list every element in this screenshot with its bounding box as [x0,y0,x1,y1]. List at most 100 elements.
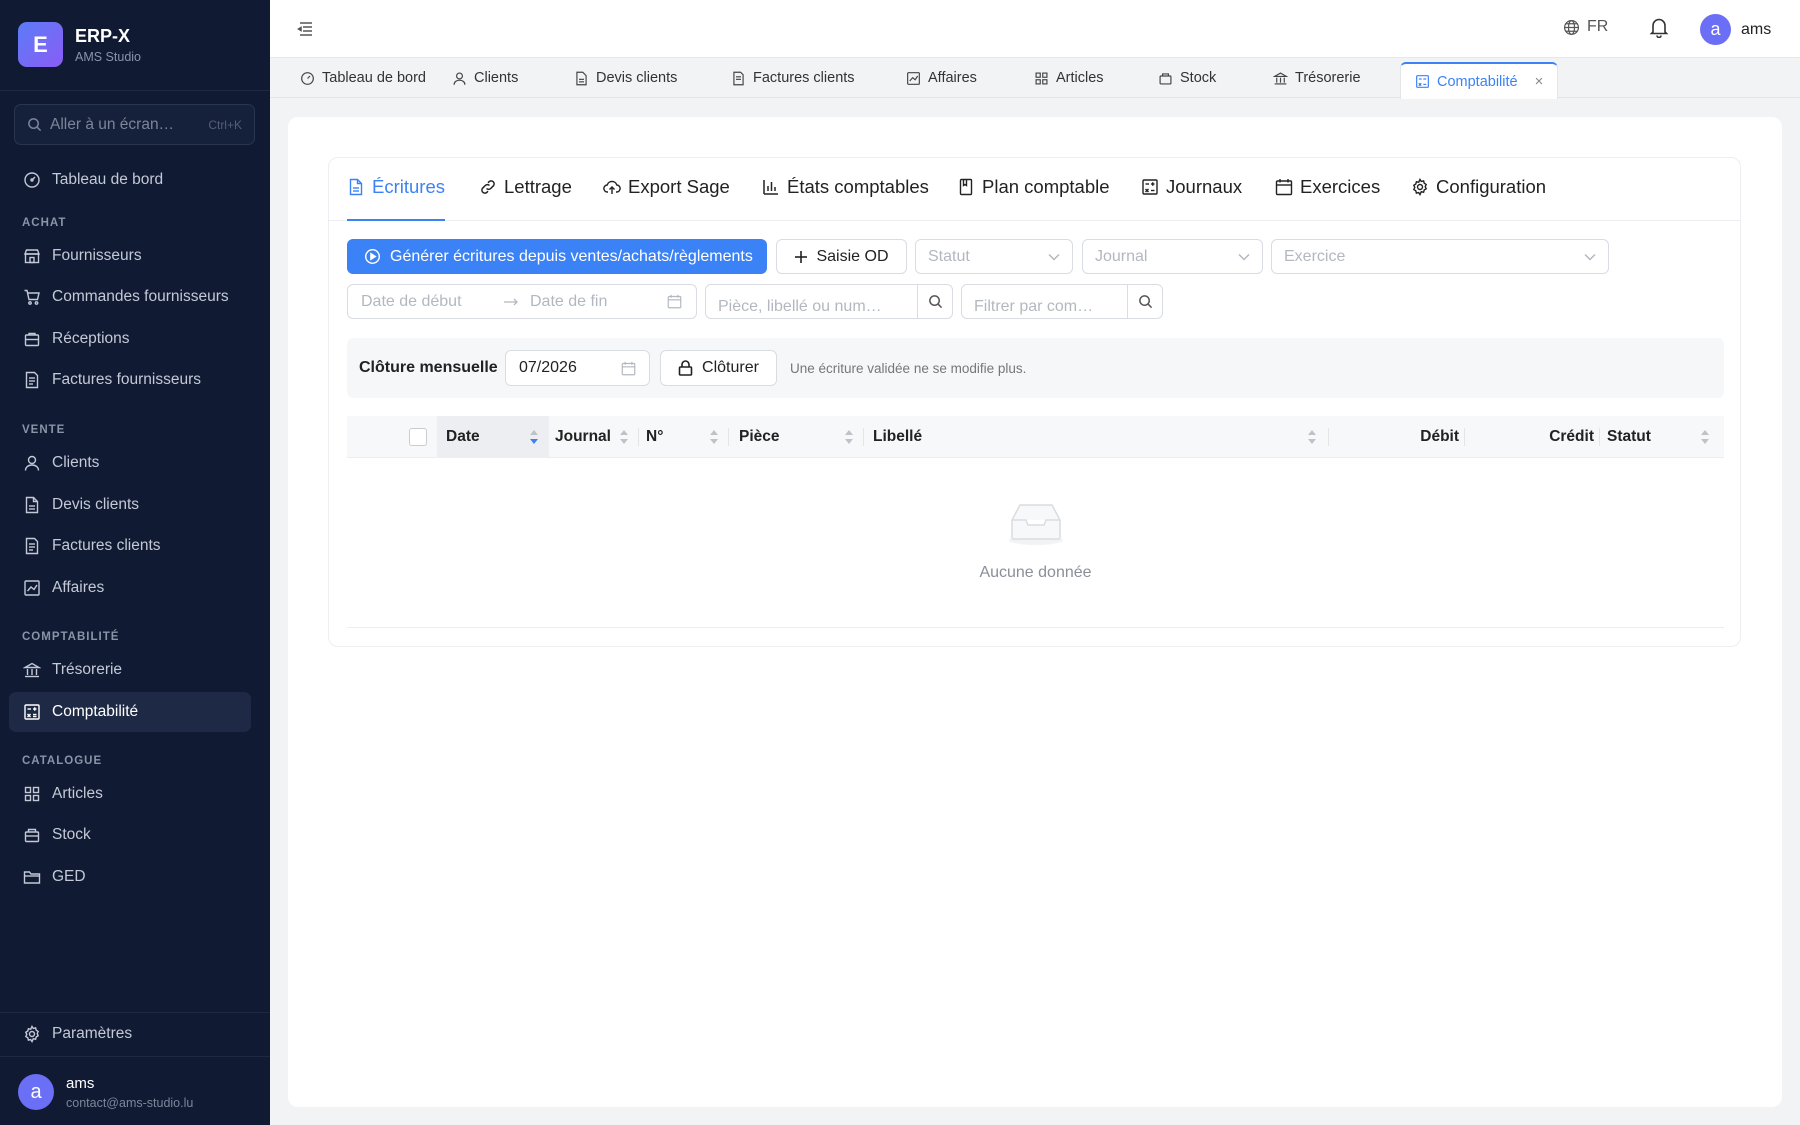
piece-search-input[interactable]: Pièce, libellé ou num… [705,284,953,319]
tab-label: Tableau de bord [322,70,426,86]
cloud-upload-icon [603,180,621,194]
sort-icon[interactable] [1307,429,1317,445]
sidebar-item-parametres[interactable]: Paramètres [9,1014,251,1054]
select-all-checkbox[interactable] [409,428,427,446]
sort-icon[interactable] [619,429,629,445]
column-header-debit: Débit [1420,428,1459,445]
sort-icon[interactable] [844,429,854,445]
journal-select[interactable]: Journal [1082,239,1263,274]
subtab-plan-comptable[interactable]: Plan comptable [957,176,1110,221]
tab-stock[interactable]: Stock [1158,58,1216,98]
sort-icon[interactable] [709,429,719,445]
column-header-libelle[interactable]: Libellé [873,416,922,458]
column-divider [1599,428,1600,446]
tab-devis-clients[interactable]: Devis clients [574,58,677,98]
bar-chart-icon [763,180,778,195]
subtab-label: Lettrage [504,176,572,197]
globe-icon [1563,19,1580,35]
sidebar-item-label: Stock [52,826,91,843]
subtab-lettrage[interactable]: Lettrage [479,176,572,221]
piece-search-button[interactable] [917,285,952,318]
calendar-icon [1275,179,1293,196]
subtab-exercices[interactable]: Exercices [1275,176,1380,221]
language-label: FR [1587,18,1609,35]
sidebar-item-ged[interactable]: GED [9,857,251,897]
sidebar-item-factures-clients[interactable]: Factures clients [9,526,251,566]
search-icon [1138,295,1152,309]
language-switcher[interactable]: FR [1563,18,1608,36]
sidebar-item-factures-fournisseurs[interactable]: Factures fournisseurs [9,360,251,400]
sidebar-item-label: Réceptions [52,330,130,347]
subtab-label: Journaux [1166,176,1243,197]
sidebar-item-label: Paramètres [52,1025,133,1042]
sidebar-item-devis-clients[interactable]: Devis clients [9,485,251,525]
sidebar-item-stock[interactable]: Stock [9,815,251,855]
tab-affaires[interactable]: Affaires [906,58,977,98]
gear-icon [24,1025,40,1043]
arrow-right-icon [503,297,530,307]
calendar-icon [621,361,636,375]
sidebar-item-articles[interactable]: Articles [9,774,251,814]
screen-search-input[interactable]: Aller à un écran… Ctrl+K [14,104,255,145]
piece-search-placeholder: Pièce, libellé ou num… [718,298,882,315]
column-header-numero[interactable]: N° [646,416,663,458]
dashboard-icon [24,172,40,188]
play-circle-icon [364,248,381,265]
header-user-menu[interactable]: a ams [1700,14,1771,45]
sort-icon[interactable] [529,429,539,445]
tab-factures-clients[interactable]: Factures clients [731,58,855,98]
sidebar-item-tableau-de-bord[interactable]: Tableau de bord [9,160,251,200]
tab-articles[interactable]: Articles [1034,58,1104,98]
column-header-piece[interactable]: Pièce [739,416,780,458]
subtab-export-sage[interactable]: Export Sage [603,176,730,221]
close-month-button[interactable]: Clôturer [660,350,777,386]
column-header-journal[interactable]: Journal [555,416,611,458]
sidebar-item-commandes-fournisseurs[interactable]: Commandes fournisseurs [9,277,251,317]
subtab-etats-comptables[interactable]: États comptables [762,176,929,221]
tab-label: Devis clients [596,70,678,86]
subtab-configuration[interactable]: Configuration [1411,176,1546,221]
notifications-button[interactable] [1649,16,1669,38]
tab-tableau-de-bord[interactable]: Tableau de bord [300,58,426,98]
sidebar-section-catalogue: CATALOGUE [22,755,103,767]
closing-month-input[interactable]: 07/2026 [505,350,650,386]
tab-tresorerie[interactable]: Trésorerie [1273,58,1361,98]
exercice-select[interactable]: Exercice [1271,239,1609,274]
status-select[interactable]: Statut [915,239,1073,274]
sidebar-item-affaires[interactable]: Affaires [9,568,251,608]
subtab-journaux[interactable]: Journaux [1141,176,1242,221]
column-header-statut[interactable]: Statut [1607,416,1651,458]
user-icon [24,455,40,471]
close-tab-icon[interactable]: × [1535,73,1544,90]
top-header: FR a ams [270,0,1800,58]
brand[interactable]: E ERP-X AMS Studio [18,22,141,67]
user-icon [453,72,466,85]
sidebar-user[interactable]: a ams contact@ams-studio.lu [18,1074,193,1110]
sidebar-item-receptions[interactable]: Réceptions [9,319,251,359]
avatar: a [18,1074,54,1110]
date-start-input[interactable]: Date de début [361,293,503,311]
menu-toggle-button[interactable] [295,19,315,39]
generate-entries-button[interactable]: Générer écritures depuis ventes/achats/r… [347,239,767,274]
sidebar-item-fournisseurs[interactable]: Fournisseurs [9,236,251,276]
compte-filter-input[interactable]: Filtrer par com… [961,284,1163,319]
sidebar-item-label: Factures clients [52,537,161,554]
saisie-od-button[interactable]: Saisie OD [776,239,907,274]
chart-line-icon [907,71,920,85]
column-header-date[interactable]: Date [446,416,480,458]
subtab-label: Export Sage [628,176,730,197]
tab-clients[interactable]: Clients [452,58,518,98]
compte-filter-button[interactable] [1127,285,1162,318]
date-range-picker[interactable]: Date de début Date de fin [347,284,697,319]
table-empty-state: Aucune donnée [347,458,1724,628]
tab-label: Factures clients [753,70,855,86]
sidebar-item-comptabilite[interactable]: Comptabilité [9,692,251,732]
date-end-input[interactable]: Date de fin [530,293,667,311]
sort-icon[interactable] [1700,429,1710,445]
tab-comptabilite[interactable]: Comptabilité × [1400,62,1559,99]
invoice-icon [25,371,39,389]
close-month-label: Clôturer [702,359,759,376]
subtab-ecritures[interactable]: Écritures [347,176,445,221]
sidebar-item-tresorerie[interactable]: Trésorerie [9,650,251,690]
sidebar-item-clients[interactable]: Clients [9,443,251,483]
